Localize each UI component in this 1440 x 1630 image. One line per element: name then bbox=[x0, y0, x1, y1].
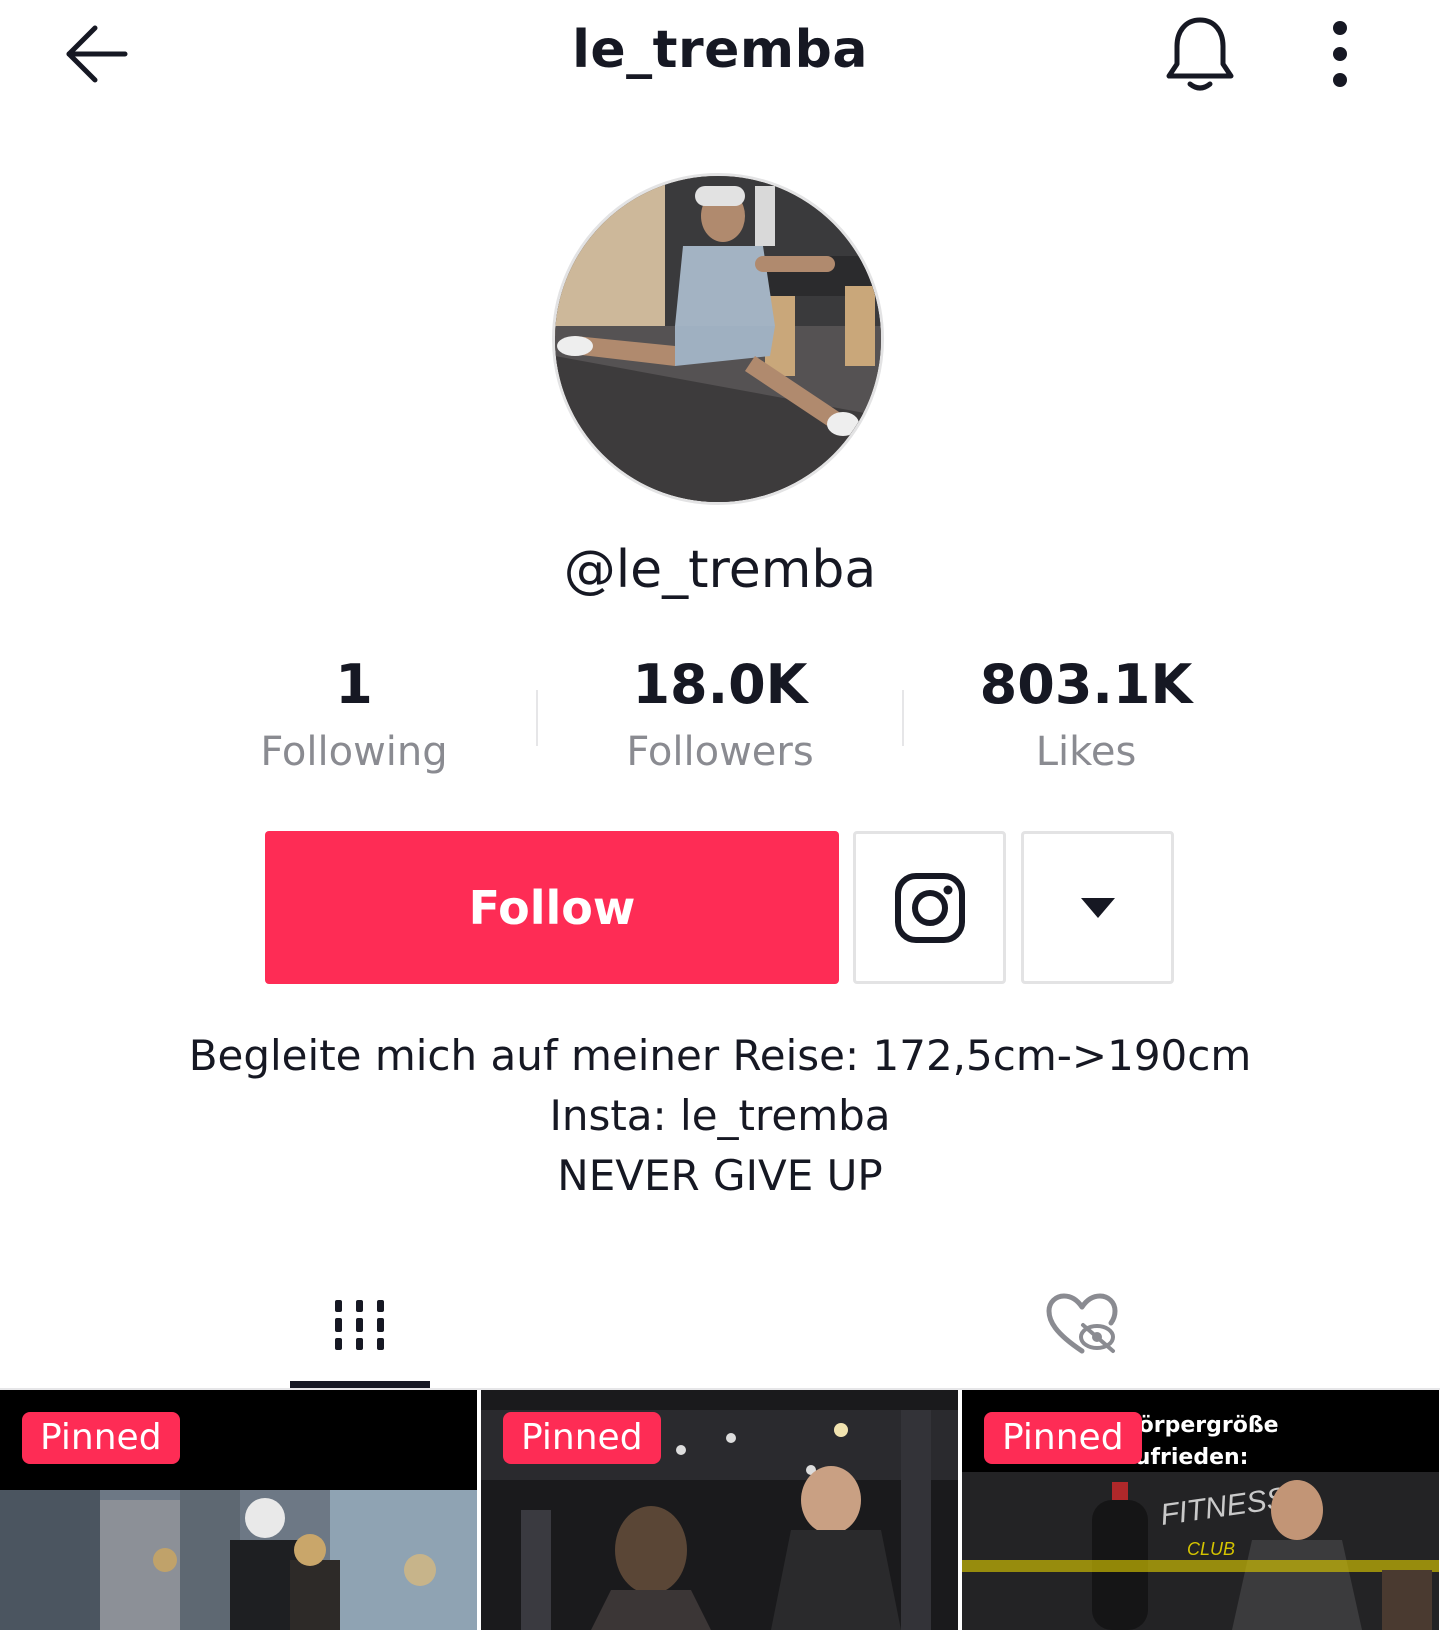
stat-value: 803.1K bbox=[979, 653, 1193, 716]
more-accounts-dropdown-button[interactable] bbox=[1021, 831, 1174, 984]
stat-likes[interactable]: 803.1K Likes bbox=[906, 650, 1266, 780]
video-thumbnail[interactable]: FITNESS CLUB Körpergröße zufrieden: Pinn… bbox=[962, 1390, 1439, 1630]
profile-bio: Begleite mich auf meiner Reise: 172,5cm-… bbox=[0, 1026, 1440, 1206]
stat-divider bbox=[536, 690, 538, 746]
instagram-button[interactable] bbox=[853, 831, 1006, 984]
stat-label: Following bbox=[260, 729, 448, 775]
stat-following[interactable]: 1 Following bbox=[174, 650, 534, 780]
video-thumbnail[interactable]: Pinned bbox=[481, 1390, 958, 1630]
overlay-line: zufrieden: bbox=[1122, 1445, 1249, 1470]
follow-button[interactable]: Follow bbox=[265, 831, 839, 984]
bio-line: NEVER GIVE UP bbox=[557, 1151, 883, 1200]
stat-followers[interactable]: 18.0K Followers bbox=[540, 650, 900, 780]
videos-grid-icon bbox=[335, 1300, 384, 1350]
liked-hidden-icon bbox=[1046, 1293, 1118, 1354]
bio-line: Begleite mich auf meiner Reise: 172,5cm-… bbox=[188, 1031, 1252, 1080]
instagram-icon bbox=[894, 872, 965, 943]
stat-value: 1 bbox=[335, 653, 373, 716]
caret-down-icon bbox=[1080, 897, 1115, 918]
avatar-photo bbox=[555, 176, 881, 502]
video-caption-overlay: Körpergröße zufrieden: bbox=[1122, 1410, 1279, 1474]
bio-line: Insta: le_tremba bbox=[549, 1091, 891, 1140]
stat-divider bbox=[902, 690, 904, 746]
stat-value: 18.0K bbox=[632, 653, 808, 716]
bell-icon bbox=[1166, 17, 1234, 91]
top-bar: le_tremba bbox=[0, 0, 1440, 112]
active-tab-indicator bbox=[290, 1381, 430, 1388]
overlay-line: Körpergröße bbox=[1122, 1413, 1279, 1438]
pinned-badge: Pinned bbox=[503, 1412, 661, 1464]
tab-liked[interactable] bbox=[1012, 1270, 1152, 1380]
video-thumbnail[interactable]: Pinned bbox=[0, 1390, 477, 1630]
more-options-button[interactable] bbox=[1310, 14, 1370, 94]
stat-label: Likes bbox=[1035, 729, 1137, 775]
profile-username: @le_tremba bbox=[563, 540, 877, 600]
pinned-badge: Pinned bbox=[22, 1412, 180, 1464]
pinned-badge: Pinned bbox=[984, 1412, 1142, 1464]
svg-text:CLUB: CLUB bbox=[1187, 1539, 1235, 1559]
avatar[interactable] bbox=[552, 173, 884, 505]
more-vertical-icon bbox=[1333, 21, 1347, 87]
tab-videos[interactable] bbox=[290, 1270, 430, 1380]
notification-bell-button[interactable] bbox=[1160, 12, 1240, 96]
stat-label: Followers bbox=[626, 729, 814, 775]
